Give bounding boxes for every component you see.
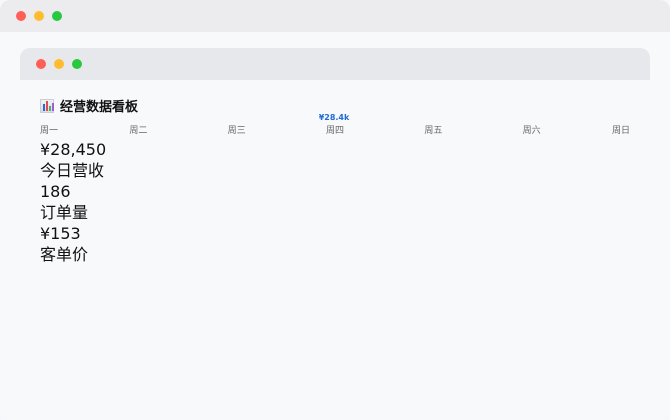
outer-titlebar — [0, 0, 670, 32]
inner-maximize-icon[interactable] — [72, 59, 82, 69]
kpi-list: ¥28,450 今日营收 186 订单量 ¥153 客单价 — [40, 139, 630, 265]
kpi-orders-value: 186 — [40, 182, 71, 201]
outer-window: 经营数据看板 周一 周二 周三 周四 周五 周六 周日 ¥28.4k ¥28,450 今日营收… — [0, 0, 670, 420]
kpi-revenue-label: 今日营收 — [40, 161, 105, 180]
weekly-chart: 周一 周二 周三 周四 周五 周六 周日 ¥28.4k — [40, 113, 630, 136]
inner-close-icon[interactable] — [36, 59, 46, 69]
weekday-label-5: 周五 — [424, 125, 442, 136]
kpi-revenue-value: ¥28,450 — [40, 140, 107, 159]
kpi-orders-label: 订单量 — [40, 203, 89, 222]
weekday-label-1: 周一 — [40, 125, 58, 136]
minimize-icon[interactable] — [34, 11, 44, 21]
page-title-text: 经营数据看板 — [60, 100, 139, 115]
inner-minimize-icon[interactable] — [54, 59, 64, 69]
bar-chart-icon — [40, 98, 54, 113]
inner-window: 经营数据看板 周一 周二 周三 周四 周五 周六 周日 ¥28.4k ¥28,450 今日营收… — [20, 48, 650, 420]
weekday-label-7: 周日 — [612, 125, 630, 136]
inner-titlebar — [20, 48, 650, 80]
maximize-icon[interactable] — [52, 11, 62, 21]
dashboard-content: 经营数据看板 周一 周二 周三 周四 周五 周六 周日 ¥28.4k ¥28,450 今日营收… — [20, 80, 650, 279]
chart-value-label: ¥28.4k — [319, 113, 350, 122]
kpi-aov-value: ¥153 — [40, 224, 81, 243]
weekday-label-3: 周三 — [228, 125, 246, 136]
kpi-aov-label: 客单价 — [40, 245, 89, 264]
weekday-label-2: 周二 — [129, 125, 147, 136]
weekday-label-4: 周四 — [326, 125, 344, 136]
close-icon[interactable] — [16, 11, 26, 21]
weekly-chart-svg: 周一 周二 周三 周四 周五 周六 周日 ¥28.4k — [40, 113, 630, 136]
weekday-label-6: 周六 — [523, 124, 541, 136]
